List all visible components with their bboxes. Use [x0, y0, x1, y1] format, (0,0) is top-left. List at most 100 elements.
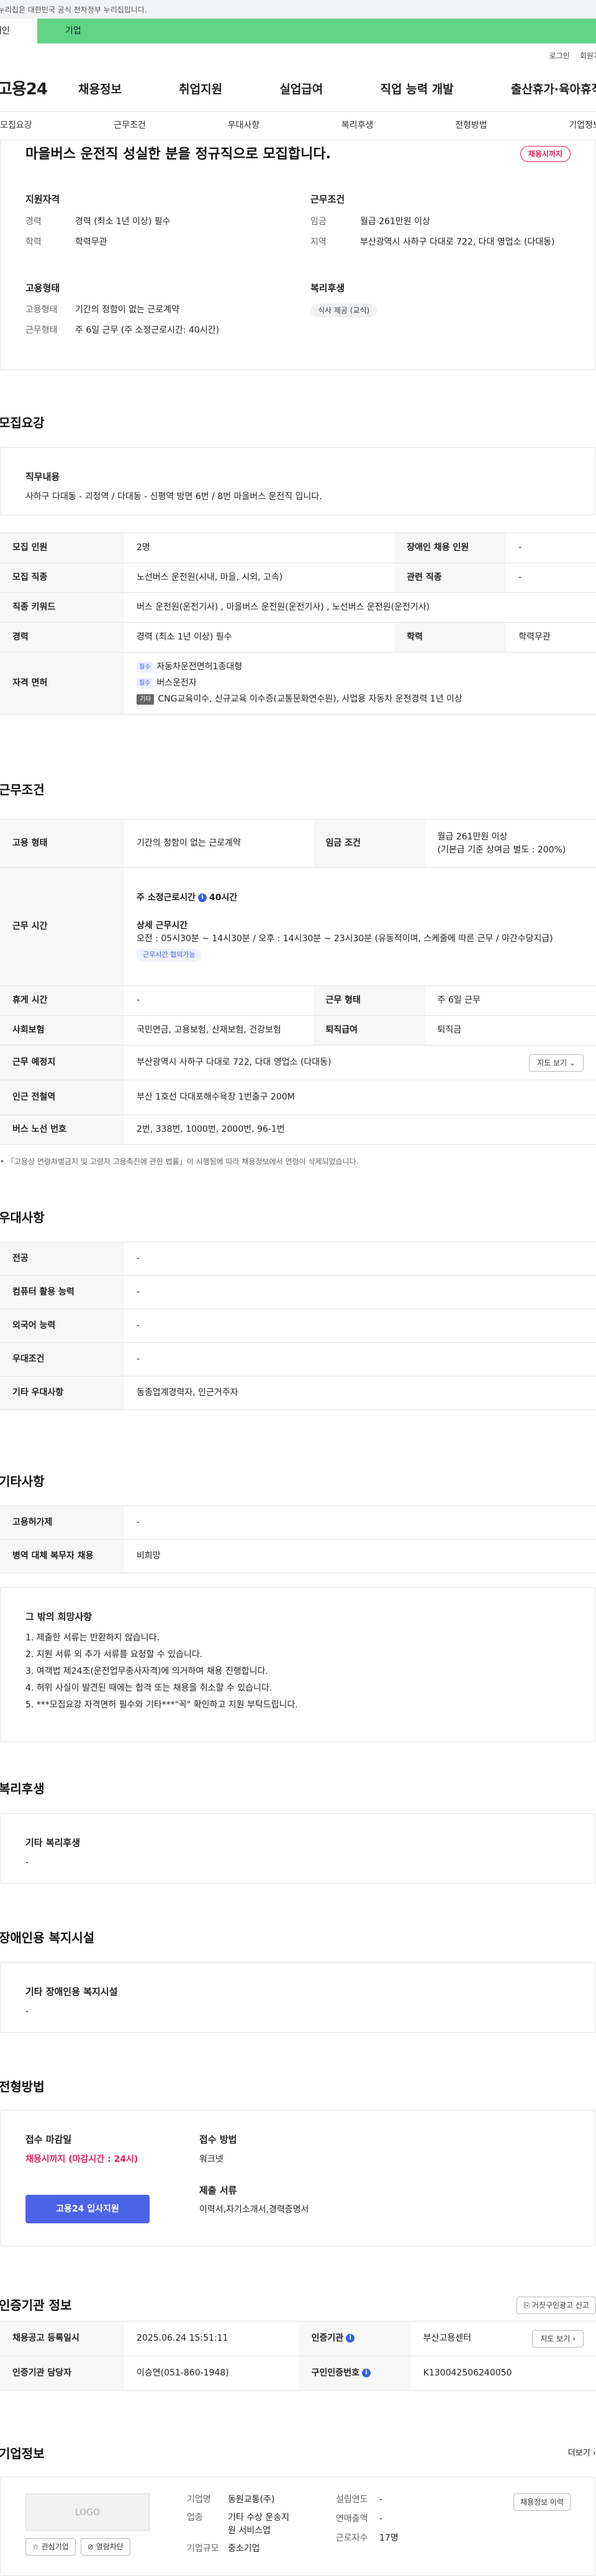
block-icon: ⊘: [87, 2542, 96, 2551]
company-box: LOGO ☆ 관심기업 ⊘ 열람차단 기업명 동원교통(주) 업종 기타 수상 운송…: [0, 2477, 596, 2576]
conditions-table: 고용 형태 기간의 정함이 없는 근로계약 임금 조건 월급 261만원 이상 …: [0, 819, 596, 1145]
worktype-label: 근무형태: [25, 325, 58, 335]
conditions-title: 근무조건: [0, 782, 45, 797]
retire-label: 퇴직급여: [313, 1015, 425, 1046]
job-value: 노선버스 운전원(시내, 마을, 시외, 고속): [124, 563, 395, 593]
report-icon: ⎘: [523, 2301, 532, 2310]
report-button[interactable]: ⎘ 거짓구인광고 신고: [517, 2297, 596, 2314]
career-label-2: 경력: [0, 622, 124, 653]
gnb-jobs[interactable]: 채용정보: [78, 81, 122, 99]
emp-label: 고용 형태: [0, 819, 124, 868]
area-label: 지역: [310, 237, 327, 247]
anchor-selection[interactable]: 전형방법: [455, 119, 487, 132]
company-title: 기업정보: [0, 2446, 45, 2461]
duty-text: 사하구 다대동 - 괴정역 / 다대동 - 신평역 방면 6번 / 8번 마을버…: [25, 491, 322, 502]
other-item: 5. ***모집요강 자격면허 필수와 기타***"꼭" 확인하고 지원 부탁드…: [25, 1699, 298, 1710]
org-label: 인증기관 i: [299, 2321, 411, 2356]
cert-map-button[interactable]: 지도 보기 ›: [532, 2330, 584, 2348]
manager-value: 이승연(051-860-1948): [124, 2356, 299, 2391]
insurance-label: 사회보험: [0, 1015, 124, 1046]
welfare-box-value: -: [25, 1857, 29, 1868]
login-link[interactable]: 로그인: [549, 50, 570, 61]
gnb-unemployment[interactable]: 실업급여: [279, 81, 323, 99]
lang-value: -: [124, 1309, 596, 1343]
conditions-section: 근무조건 고용 형태 기간의 정함이 없는 근로계약 임금 조건 월급 261만…: [0, 780, 596, 1167]
age-note: • 「고용상 연령차별금지 및 고령자 고용촉진에 관한 법률」이 시행됨에 따…: [0, 1156, 596, 1167]
company-right: 설립연도 - 연매출액 - 근로자수 17명: [336, 2493, 460, 2557]
summary-title-row: 마을버스 운전직 성실한 분을 정규직으로 모집합니다. 채용시까지: [25, 140, 571, 165]
emptype-label: 고용형태: [25, 305, 58, 315]
num-value: K130042506240050: [410, 2356, 596, 2391]
selection-left: 접수 마감일 채용시까지 (마감시간 : 24시) 고용24 입사지원: [25, 2129, 199, 2227]
method-value: 워크넷: [199, 2154, 224, 2164]
welfare-box-title: 기타 복리후생: [25, 1837, 81, 1848]
license-1: 자동차운전면허1종대형: [156, 662, 243, 672]
bus-label: 버스 노선 번호: [0, 1114, 124, 1145]
fav-button[interactable]: ☆ 관심기업: [25, 2538, 76, 2556]
gnb-training[interactable]: 직업 능력 개발: [381, 81, 454, 99]
required-tag: 필수: [137, 662, 153, 672]
anchor-conditions[interactable]: 근무조건: [114, 119, 146, 132]
other-item: 1. 제출한 서류는 반환하지 않습니다.: [25, 1632, 160, 1643]
join-link[interactable]: 회원가입: [580, 50, 596, 61]
founded-value: -: [379, 2495, 383, 2505]
apply-button[interactable]: 고용24 입사지원: [25, 2194, 150, 2223]
other-box: 그 밖의 희망사항 1. 제출한 서류는 반환하지 않습니다. 2. 지원 서류…: [0, 1587, 596, 1742]
major-label: 전공: [0, 1242, 124, 1276]
gnb-leave[interactable]: 출산휴가·육아휴직: [511, 81, 596, 99]
tab-company[interactable]: 기업: [37, 19, 596, 43]
deadline-badge: 채용시까지: [520, 146, 571, 162]
employees-label: 근로자수: [336, 2533, 368, 2543]
method-title: 접수 방법: [199, 2134, 237, 2145]
industry-value-2: 원 서비스업: [228, 2526, 271, 2536]
worktype-value: 주 6일 근무 (주 소정근로시간: 40시간): [75, 325, 220, 335]
info-icon[interactable]: i: [346, 2334, 355, 2343]
worktime-label: 근무 시간: [0, 867, 124, 986]
edu-value: 학력무관: [75, 237, 107, 247]
num-label: 구인인증번호 i: [299, 2356, 411, 2391]
negotiable-pill: 근무시간 협의가능: [137, 949, 202, 962]
prefer-cond-label: 우대조건: [0, 1342, 124, 1376]
founded-label: 설립연도: [336, 2495, 368, 2505]
summary-employment: 고용형태 고용형태 기간의 정함이 없는 근로계약 근무형태 주 6일 근무 (주 …: [25, 281, 286, 345]
page: 이 누리집은 대한민국 공식 전자정부 누리집입니다. 개인 기업 로그인 회원…: [0, 0, 596, 2576]
block-button[interactable]: ⊘ 열람차단: [80, 2538, 130, 2556]
logo[interactable]: 고용24: [0, 78, 66, 102]
other-item: 4. 허위 사실이 발견된 때에는 합격 또는 채용을 취소할 수 있습니다.: [25, 1683, 273, 1693]
rest-label: 휴게 시간: [0, 985, 124, 1016]
industry-label: 업종: [187, 2513, 203, 2523]
more-link[interactable]: 더보기 ›: [568, 2447, 596, 2460]
anchor-company[interactable]: 기업정보: [569, 119, 596, 132]
tab-individual[interactable]: 개인: [0, 19, 37, 43]
company-header: 기업정보 더보기 ›: [0, 2444, 596, 2463]
prefer-cond-value: -: [124, 1342, 596, 1376]
info-icon[interactable]: i: [198, 893, 207, 903]
revenue-label: 연매출액: [336, 2514, 368, 2524]
gnb-support[interactable]: 취업지원: [179, 81, 222, 99]
history-button[interactable]: 채용정보 이력: [513, 2493, 571, 2511]
license-label: 자격 면허: [0, 652, 124, 715]
wage-label: 임금: [310, 216, 327, 227]
deadline-title: 접수 마감일: [25, 2134, 72, 2145]
etc-tag: 기타: [137, 694, 155, 705]
age-note-text: 「고용상 연령차별금지 및 고령자 고용촉진에 관한 법률」이 시행됨에 따라 …: [6, 1157, 359, 1166]
info-icon[interactable]: i: [361, 2369, 371, 2377]
map-button[interactable]: 지도 보기 ⌄: [529, 1054, 584, 1072]
disabled-box: 기타 장애인용 복지시설 -: [0, 1962, 596, 2033]
weekly-hours-value: 40시간: [209, 893, 238, 903]
anchor-welfare[interactable]: 복리후생: [341, 119, 374, 132]
global-nav: 고용24 채용정보 취업지원 실업급여 직업 능력 개발 출산휴가·육아휴직: [0, 68, 596, 112]
employees-value: 17명: [379, 2533, 399, 2543]
keyword-value: 버스 운전원(운전기사) , 마을버스 운전원(운전기사) , 노선버스 운전원…: [124, 592, 596, 623]
anchor-prefer[interactable]: 우대사항: [228, 119, 260, 132]
summary-qualification: 지원자격 경력 경력 (최소 1년 이상) 필수 학력 학력무관: [25, 192, 286, 256]
career-value: 경력 (최소 1년 이상) 필수: [75, 216, 171, 227]
major-value: -: [124, 1242, 596, 1276]
anchor-recruit[interactable]: 모집요강: [0, 119, 32, 132]
etc-table: 고용허가제 - 병역 대체 복무자 채용 비희망: [0, 1506, 596, 1573]
insurance-value: 국민연금, 고용보험, 산재보험, 건강보험: [124, 1015, 314, 1046]
job-label: 모집 직종: [0, 563, 124, 593]
prefer-etc-value: 동종업계경력자, 인근거주자: [124, 1376, 596, 1410]
emp-value: 기간의 정함이 없는 근로계약: [124, 819, 314, 868]
recruit-section: 모집요강 직무내용 사하구 다대동 - 괴정역 / 다대동 - 신평역 방면 6…: [0, 414, 596, 715]
